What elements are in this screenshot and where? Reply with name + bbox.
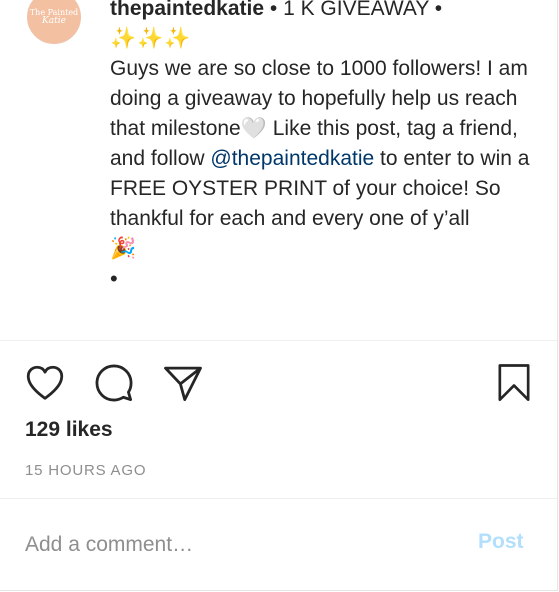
- username-link[interactable]: thepaintedkatie: [110, 0, 264, 20]
- share-button[interactable]: [162, 362, 204, 404]
- heart-icon: [26, 365, 64, 400]
- speech-bubble-icon: [95, 364, 133, 402]
- comment-input[interactable]: [25, 528, 455, 562]
- save-button[interactable]: [494, 362, 534, 404]
- like-button[interactable]: [24, 362, 66, 404]
- mention-link[interactable]: @thepaintedkatie: [210, 147, 374, 170]
- instagram-post: The Painted Katie thepaintedkatie • 1 K …: [0, 0, 558, 591]
- paper-plane-icon: [164, 366, 202, 402]
- bookmark-icon: [498, 364, 530, 401]
- likes-count[interactable]: 129 likes: [25, 418, 113, 442]
- post-caption: thepaintedkatie • 1 K GIVEAWAY • ✨✨✨ Guy…: [110, 0, 550, 295]
- divider: [0, 340, 557, 341]
- comment-button[interactable]: [93, 362, 135, 404]
- post-comment-button[interactable]: Post: [478, 530, 524, 554]
- caption-dot: •: [110, 266, 118, 291]
- sparkles-emoji: ✨✨✨: [110, 27, 192, 50]
- post-timestamp[interactable]: 15 HOURS AGO: [25, 462, 146, 479]
- caption-title: • 1 K GIVEAWAY •: [264, 0, 443, 20]
- party-emoji: 🎉: [110, 237, 137, 260]
- avatar[interactable]: The Painted Katie: [27, 0, 81, 44]
- avatar-text-2: Katie: [42, 16, 66, 26]
- divider: [0, 498, 557, 499]
